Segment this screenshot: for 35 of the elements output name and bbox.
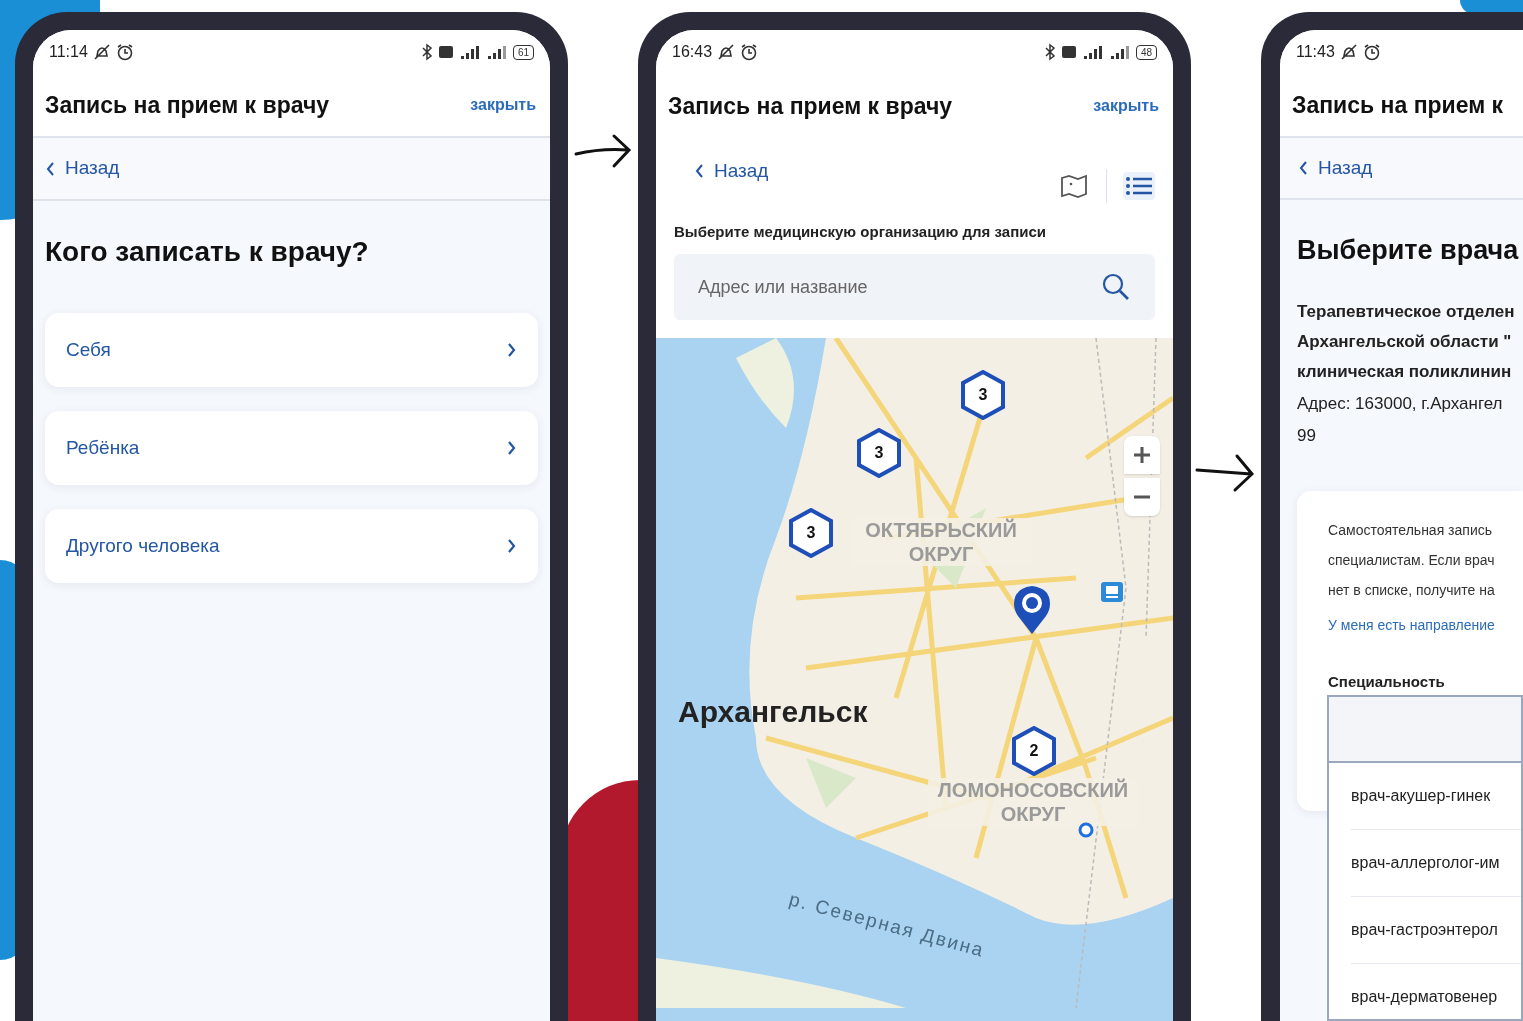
battery-indicator: 61: [512, 44, 534, 60]
status-time: 16:43: [672, 42, 713, 62]
back-link[interactable]: Назад: [694, 156, 769, 186]
search-input[interactable]: Адрес или название: [698, 273, 998, 301]
option-card[interactable]: Другого человека: [45, 509, 538, 583]
organization-name: Архангельской области ": [1297, 330, 1513, 353]
page-heading: Выберите врача: [1297, 234, 1520, 267]
dropdown-option[interactable]: врач-акушер-гинек: [1351, 763, 1521, 830]
notice-text: нет в списке, получите на: [1328, 580, 1496, 600]
close-link[interactable]: закрыть: [470, 93, 536, 117]
notice-text: специалистам. Если врач: [1328, 550, 1496, 570]
field-label: Специальность: [1328, 671, 1446, 692]
back-link[interactable]: Назад: [1298, 153, 1373, 183]
dropdown-option[interactable]: врач-дерматовенер: [1351, 964, 1521, 1021]
dropdown-option[interactable]: врач-гастроэнтерол: [1351, 897, 1521, 964]
referral-link[interactable]: У меня есть направление: [1328, 614, 1523, 635]
organization-name: клиническая поликлинин: [1297, 360, 1513, 383]
organization-address: 99: [1297, 424, 1317, 447]
screen-title: Запись на прием к: [1292, 90, 1504, 120]
status-time: 11:43: [1296, 42, 1335, 62]
close-link[interactable]: закрыть: [1093, 94, 1159, 118]
organization-name: Терапевтическое отделен: [1297, 300, 1516, 323]
battery-indicator: 48: [1135, 44, 1157, 60]
page-heading: Кого записать к врачу?: [45, 235, 370, 269]
option-card[interactable]: Ребёнка: [45, 411, 538, 485]
screen-title: Запись на прием к врачу: [45, 90, 330, 120]
field-caption: Выберите медицинскую организацию для записи: [674, 223, 1046, 240]
status-time: 11:14: [49, 42, 88, 62]
search-bar[interactable]: Адрес или название: [674, 254, 1155, 320]
notice-text: Самостоятельная запись: [1328, 520, 1493, 540]
back-link[interactable]: Назад: [45, 154, 120, 183]
option-card[interactable]: Себя: [45, 313, 538, 387]
dropdown-option[interactable]: врач-аллерголог-им: [1351, 830, 1521, 897]
organization-address: Адрес: 163000, г.Архангел: [1297, 392, 1504, 415]
screen-title: Запись на прием к врачу: [668, 91, 953, 121]
